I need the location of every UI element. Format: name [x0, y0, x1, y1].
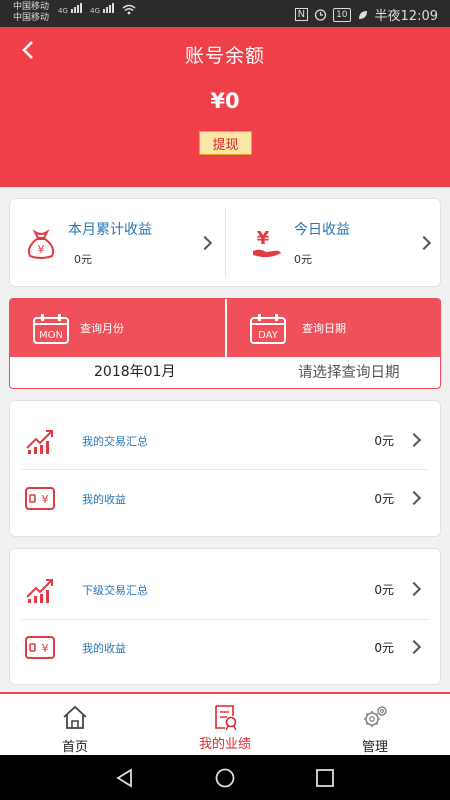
- tab-performance[interactable]: 我的业绩: [150, 694, 300, 755]
- query-header: MON 查询月份 DAY 查询日期: [10, 299, 440, 357]
- chart-up-icon: [26, 430, 53, 454]
- tab-manage[interactable]: 管理: [300, 694, 450, 755]
- status-right: N 10 半夜12:09: [294, 5, 438, 24]
- page-title: 账号余额: [184, 45, 265, 67]
- wifi-icon: [122, 4, 136, 15]
- balance-header: 账号余额 ¥0 提现: [0, 27, 450, 187]
- signal-bars-icon: [103, 3, 115, 13]
- status-bar: 中国移动 中国移动 4G 4G N 10 半夜12:09: [0, 0, 450, 27]
- query-month-tab[interactable]: MON 查询月份: [10, 299, 225, 357]
- clock: 半夜12:09: [374, 9, 438, 24]
- today-income-value: 0元: [294, 253, 312, 266]
- carrier-2: 中国移动: [13, 13, 50, 23]
- monthly-income-item[interactable]: ¥ 本月累计收益 0元: [10, 199, 225, 286]
- alarm-icon: [314, 9, 327, 21]
- bottom-tab-bar: 首页 我的业绩 管理: [0, 692, 450, 755]
- svg-text:¥: ¥: [42, 493, 49, 506]
- today-income-item[interactable]: ¥ 今日收益 0元: [226, 199, 442, 286]
- nfc-icon: N: [294, 8, 309, 21]
- row-label: 我的收益: [82, 493, 126, 506]
- money-bag-icon: ¥: [27, 229, 55, 259]
- sub-transactions-card: 下级交易汇总 0元 ¥ 我的收益 0元: [9, 548, 441, 685]
- home-icon: [63, 705, 87, 729]
- row-label: 下级交易汇总: [82, 584, 148, 597]
- signal-indicators: 4G 4G: [58, 3, 136, 15]
- monthly-income-label: 本月累计收益: [68, 222, 152, 238]
- list-item-sub-transactions[interactable]: 下级交易汇总 0元: [10, 559, 442, 619]
- chevron-right-icon: [416, 235, 432, 251]
- query-month-label: 查询月份: [80, 322, 124, 335]
- tab-label: 管理: [361, 740, 388, 755]
- battery-icon: 10: [333, 7, 351, 22]
- wallet-icon: ¥: [25, 487, 55, 510]
- signal-2: 4G: [90, 3, 115, 15]
- tab-label: 我的业绩: [198, 737, 251, 752]
- carrier-info: 中国移动 中国移动: [13, 2, 49, 24]
- svg-text:¥: ¥: [38, 243, 45, 256]
- query-date-label: 查询日期: [302, 322, 346, 335]
- selected-month[interactable]: 2018年01月: [94, 361, 175, 381]
- signal-1: 4G: [58, 3, 83, 15]
- row-value: 0元: [374, 641, 394, 655]
- calendar-day-icon: DAY: [250, 314, 286, 344]
- query-date-tab[interactable]: DAY 查询日期: [227, 299, 440, 357]
- today-income-label: 今日收益: [294, 222, 350, 238]
- month-badge-text: MON: [39, 330, 63, 341]
- chevron-right-icon: [406, 432, 422, 448]
- performance-icon: [215, 705, 237, 730]
- withdraw-button[interactable]: 提现: [199, 131, 252, 155]
- svg-text:¥: ¥: [42, 642, 49, 655]
- row-value: 0元: [374, 583, 394, 597]
- date-query-card: MON 查询月份 DAY 查询日期 2018年01月 请选择查询日期: [9, 298, 441, 389]
- chevron-right-icon: [197, 235, 213, 251]
- my-transactions-card: 我的交易汇总 0元 ¥ 我的收益 0元: [9, 400, 441, 537]
- calendar-month-icon: MON: [33, 314, 69, 344]
- row-value: 0元: [374, 492, 394, 506]
- wallet-icon: ¥: [25, 636, 55, 659]
- chevron-right-icon: [406, 490, 422, 506]
- monthly-income-value: 0元: [74, 253, 92, 266]
- nav-home-icon[interactable]: [214, 767, 236, 789]
- row-label: 我的交易汇总: [82, 435, 148, 448]
- network-type-1: 4G: [58, 7, 68, 15]
- row-label: 我的收益: [82, 642, 126, 655]
- chart-up-icon: [26, 579, 53, 603]
- row-value: 0元: [374, 434, 394, 448]
- income-summary-card: ¥ 本月累计收益 0元 ¥ 今日收益 0元: [9, 198, 441, 287]
- day-badge-text: DAY: [258, 330, 279, 341]
- list-item-my-transactions[interactable]: 我的交易汇总 0元: [10, 410, 442, 470]
- list-item-sub-income[interactable]: ¥ 我的收益 0元: [10, 617, 442, 677]
- list-item-my-income[interactable]: ¥ 我的收益 0元: [10, 468, 442, 528]
- balance-amount: ¥0: [210, 89, 240, 113]
- tab-label: 首页: [61, 740, 88, 755]
- nav-back-icon[interactable]: [114, 767, 136, 789]
- yen-hand-icon: ¥: [253, 228, 281, 258]
- chevron-right-icon: [406, 581, 422, 597]
- nav-recents-icon[interactable]: [314, 767, 336, 789]
- tab-home[interactable]: 首页: [0, 694, 150, 755]
- network-type-2: 4G: [90, 7, 101, 15]
- chevron-right-icon: [406, 639, 422, 655]
- carrier-1: 中国移动: [13, 2, 50, 12]
- leaf-icon: [358, 10, 367, 19]
- svg-text:¥: ¥: [257, 228, 270, 249]
- date-picker-placeholder[interactable]: 请选择查询日期: [298, 361, 400, 382]
- signal-bars-icon: [71, 3, 83, 13]
- system-nav-bar: [0, 755, 450, 800]
- gear-icon: [364, 706, 387, 727]
